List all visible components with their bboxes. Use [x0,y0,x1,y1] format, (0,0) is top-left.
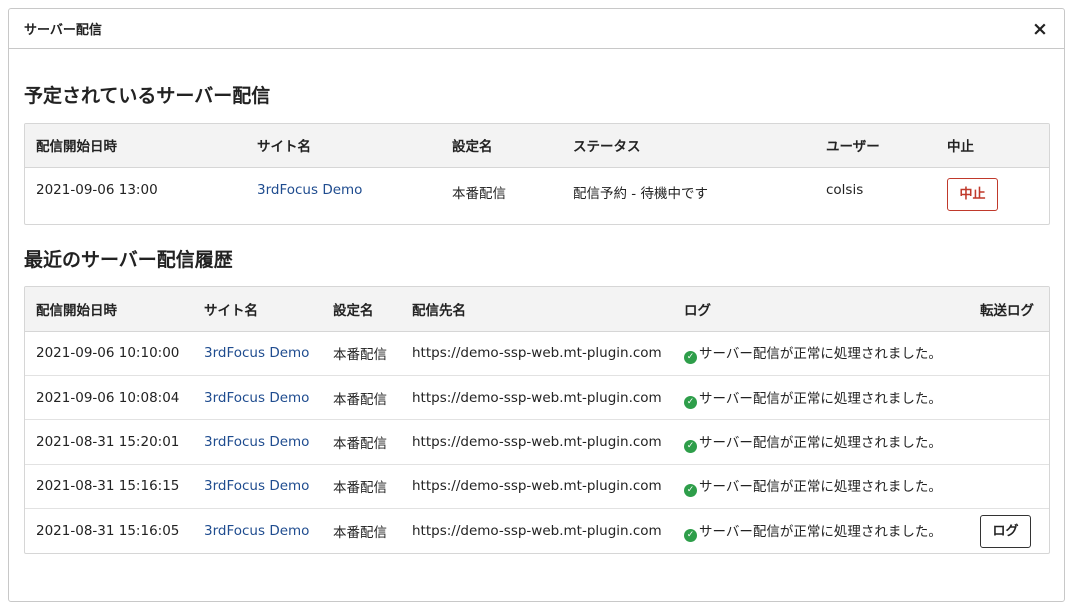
cell-setting: 本番配信 [322,375,401,421]
col-header-log: ログ [673,287,969,332]
cell-destination: https://demo-ssp-web.mt-plugin.com [412,523,662,539]
check-circle-icon: ✓ [684,395,697,409]
cell-site: 3rdFocus Demo [193,464,322,510]
scheduled-table-container: 配信開始日時 サイト名 設定名 ステータス ユーザー 中止 2021-09-06… [24,123,1050,225]
abort-button[interactable]: 中止 [947,177,998,211]
col-header-site: サイト名 [246,124,441,168]
table-row: 2021-08-31 15:16:15 3rdFocus Demo 本番配信 h… [25,464,1049,510]
cell-site: 3rdFocus Demo [193,375,322,421]
site-link[interactable]: 3rdFocus Demo [204,523,309,539]
cell-site: 3rdFocus Demo [193,331,322,376]
site-link[interactable]: 3rdFocus Demo [204,390,309,406]
cell-start: 2021-09-06 10:08:04 [25,375,193,421]
col-header-user: ユーザー [815,124,936,168]
cell-setting: 本番配信 [322,419,401,465]
scheduled-section-title: 予定されているサーバー配信 [24,85,271,107]
col-header-status: ステータス [562,124,815,168]
site-link[interactable]: 3rdFocus Demo [204,345,309,361]
server-delivery-modal: サーバー配信 × 予定されているサーバー配信 配信開始日時 サイト名 設定名 ス… [8,8,1065,602]
transfer-log-button[interactable]: ログ [980,514,1031,548]
col-header-abort: 中止 [936,124,1049,168]
table-row: 2021-09-06 10:08:04 3rdFocus Demo 本番配信 h… [25,375,1049,421]
cell-start: 2021-09-06 13:00 [36,181,158,198]
cell-site: 3rdFocus Demo [193,419,322,465]
site-link[interactable]: 3rdFocus Demo [204,434,309,450]
site-link[interactable]: 3rdFocus Demo [257,182,362,198]
cell-site: 3rdFocus Demo [246,167,441,224]
log-message: サーバー配信が正常に処理されました。 [699,434,942,451]
cell-setting: 本番配信 [322,464,401,510]
cell-log: ✓ サーバー配信が正常に処理されました。 [673,464,969,510]
col-header-start: 配信開始日時 [25,124,246,168]
log-message: サーバー配信が正常に処理されました。 [699,346,942,363]
cell-destination: https://demo-ssp-web.mt-plugin.com [401,419,673,465]
cell-abort: 中止 [936,167,1049,224]
check-circle-icon: ✓ [684,351,697,365]
col-header-setting: 設定名 [441,124,562,168]
cell-setting: 本番配信 [333,525,387,541]
cell-start: 2021-08-31 15:16:05 [36,523,180,539]
modal-title: サーバー配信 [24,23,102,38]
cell-start: 2021-09-06 10:10:00 [25,331,193,376]
cell-site: 3rdFocus Demo [193,509,322,553]
cell-transfer-log: ログ [969,509,1049,553]
cell-transfer-log [969,419,1049,465]
modal-header: サーバー配信 × [9,9,1064,49]
cell-destination: https://demo-ssp-web.mt-plugin.com [401,464,673,510]
table-row: 2021-08-31 15:16:05 3rdFocus Demo 本番配信 h… [25,509,1049,553]
cell-start: 2021-08-31 15:20:01 [25,419,193,465]
cell-log: ✓ サーバー配信が正常に処理されました。 [673,331,969,376]
table-row: 2021-09-06 13:00 3rdFocus Demo 本番配信 配信予約… [25,167,1049,224]
col-header-destination: 配信先名 [401,287,673,332]
cell-setting: 本番配信 [452,185,506,202]
log-message: サーバー配信が正常に処理されました。 [699,524,942,540]
history-table-header: 配信開始日時 サイト名 設定名 配信先名 ログ 転送ログ [25,287,1049,332]
check-circle-icon: ✓ [684,484,697,498]
scheduled-table: 配信開始日時 サイト名 設定名 ステータス ユーザー 中止 2021-09-06… [25,124,1049,224]
log-message: サーバー配信が正常に処理されました。 [699,479,942,496]
log-message: サーバー配信が正常に処理されました。 [699,390,942,407]
history-section-title: 最近のサーバー配信履歴 [24,249,233,271]
col-header-site: サイト名 [193,287,322,332]
site-link[interactable]: 3rdFocus Demo [204,478,309,494]
scheduled-table-header: 配信開始日時 サイト名 設定名 ステータス ユーザー 中止 [25,124,1049,168]
col-header-transfer-log: 転送ログ [969,287,1049,332]
cell-transfer-log [969,464,1049,510]
cell-log: ✓ サーバー配信が正常に処理されました。 [673,375,969,421]
cell-destination: https://demo-ssp-web.mt-plugin.com [401,331,673,376]
close-icon[interactable]: × [1030,18,1050,40]
check-circle-icon: ✓ [684,529,697,542]
col-header-start: 配信開始日時 [25,287,193,332]
history-table: 配信開始日時 サイト名 設定名 配信先名 ログ 転送ログ 2021-09-06 … [25,287,1049,553]
cell-log: ✓ サーバー配信が正常に処理されました。 [673,509,969,553]
table-row: 2021-09-06 10:10:00 3rdFocus Demo 本番配信 h… [25,331,1049,376]
cell-status: 配信予約 - 待機中です [573,185,708,202]
cell-setting: 本番配信 [322,331,401,376]
col-header-setting: 設定名 [322,287,401,332]
cell-destination: https://demo-ssp-web.mt-plugin.com [401,375,673,421]
table-row: 2021-08-31 15:20:01 3rdFocus Demo 本番配信 h… [25,419,1049,465]
cell-transfer-log [969,375,1049,421]
history-table-container: 配信開始日時 サイト名 設定名 配信先名 ログ 転送ログ 2021-09-06 … [24,286,1050,554]
cell-log: ✓ サーバー配信が正常に処理されました。 [673,419,969,465]
cell-transfer-log [969,331,1049,376]
check-circle-icon: ✓ [684,439,697,453]
cell-start: 2021-08-31 15:16:15 [25,464,193,510]
cell-user: colsis [826,181,864,198]
